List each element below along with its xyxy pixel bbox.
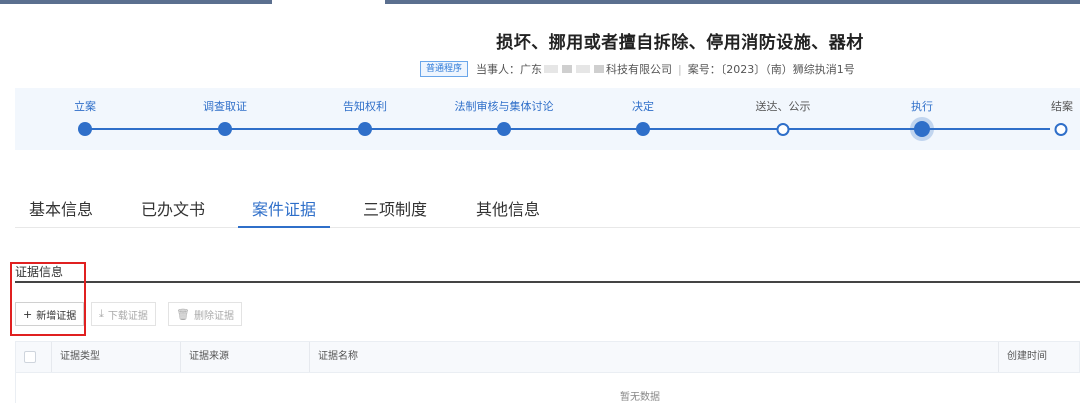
tab-basic-info[interactable]: 基本信息 <box>29 196 93 228</box>
step-label: 送达、公示 <box>755 100 811 113</box>
redaction-block <box>544 65 559 73</box>
step-label: 结案 <box>1051 100 1073 113</box>
case-progress-steps: 立案 调查取证 告知权利 法制审核与集体讨论 决定 送达、公示 执行 结案 <box>15 88 1080 150</box>
top-bar-segment <box>0 0 272 4</box>
empty-state-text: 暂无数据 <box>620 392 660 403</box>
step-label: 告知权利 <box>343 100 387 113</box>
case-meta: 普通程序 当事人：广东 科技有限公司 | 案号：〔2023〕（南）狮综执消1号 <box>420 61 855 77</box>
step-dot-done <box>218 122 232 136</box>
tab-other-info[interactable]: 其他信息 <box>476 196 540 228</box>
top-accent-bar <box>0 0 1080 4</box>
step-dot-done <box>497 122 511 136</box>
case-number: 案号：〔2023〕（南）狮综执消1号 <box>687 63 855 76</box>
step-dot-pending <box>1054 123 1068 136</box>
column-header: 证据名称 <box>310 342 999 372</box>
step-label: 法制审核与集体讨论 <box>454 100 554 113</box>
highlight-annotation <box>10 262 86 336</box>
meta-separator: | <box>678 62 682 76</box>
delete-evidence-label: 删除证据 <box>193 310 234 322</box>
top-bar-segment <box>385 0 1080 4</box>
tab-three-systems[interactable]: 三项制度 <box>363 196 427 228</box>
step-label: 决定 <box>632 100 654 113</box>
evidence-table-header: 证据类型 证据来源 证据名称 创建时间 <box>15 341 1080 373</box>
section-divider <box>15 281 1080 283</box>
party-label: 当事人：广东 <box>476 63 543 76</box>
case-title: 损坏、挪用或者擅自拆除、停用消防设施、器材 <box>496 33 864 53</box>
step-label: 执行 <box>911 100 933 113</box>
step-label: 立案 <box>74 100 96 113</box>
column-header: 创建时间 <box>1007 351 1047 362</box>
redaction-block <box>562 65 573 73</box>
tab-case-evidence[interactable]: 案件证据 <box>238 196 331 228</box>
tab-processed-documents[interactable]: 已办文书 <box>141 196 205 228</box>
step-dot-done <box>636 122 650 136</box>
procedure-tag: 普通程序 <box>420 61 469 77</box>
select-all-cell <box>16 342 52 372</box>
trash-icon: 🗑 <box>176 307 190 321</box>
step-dot-pending <box>776 123 790 136</box>
redaction-block <box>594 65 605 73</box>
download-icon: ⤓ <box>99 307 104 320</box>
download-evidence-button[interactable]: ⤓ 下载证据 <box>91 302 156 326</box>
case-tabs: 基本信息 已办文书 案件证据 三项制度 其他信息 <box>15 196 1080 228</box>
delete-evidence-button[interactable]: 🗑 删除证据 <box>168 302 242 326</box>
step-label: 调查取证 <box>203 100 247 113</box>
step-dot-current <box>914 121 930 137</box>
column-header: 证据类型 <box>52 342 181 372</box>
party-suffix: 科技有限公司 <box>606 63 673 76</box>
download-evidence-label: 下载证据 <box>107 310 148 322</box>
column-header: 证据来源 <box>181 342 310 372</box>
step-dot-done <box>358 122 372 136</box>
step-dot-done <box>78 122 92 136</box>
redaction-block <box>576 65 591 73</box>
select-all-checkbox[interactable] <box>24 351 36 363</box>
